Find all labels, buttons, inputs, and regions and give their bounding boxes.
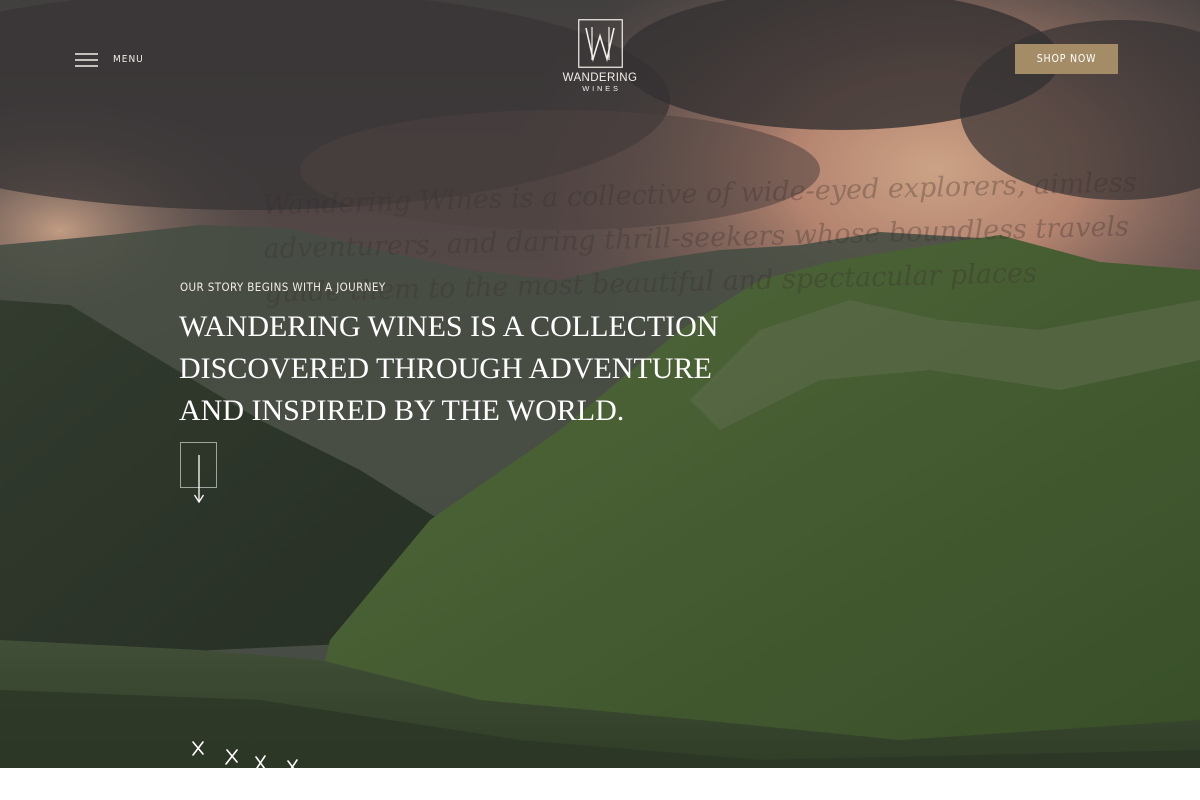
headline-line: AND INSPIRED BY THE WORLD. bbox=[179, 394, 625, 427]
brand-subname: WINES bbox=[582, 84, 621, 93]
headline-line: DISCOVERED THROUGH ADVENTURE bbox=[179, 352, 712, 385]
menu-button[interactable]: MENU bbox=[75, 50, 144, 70]
brand-logo[interactable]: WANDERING WINES bbox=[560, 19, 640, 99]
page-bottom-area bbox=[0, 768, 1200, 800]
menu-label: MENU bbox=[113, 54, 144, 65]
hamburger-icon bbox=[75, 53, 98, 67]
route-marks-icon bbox=[192, 741, 298, 768]
headline-line: WANDERING WINES IS A COLLECTION bbox=[179, 310, 719, 343]
hero-section: Wandering Wines is a collective of wide-… bbox=[0, 0, 1200, 768]
brand-name: WANDERING bbox=[562, 72, 638, 84]
hero-headline: WANDERING WINES IS A COLLECTION DISCOVER… bbox=[179, 306, 759, 432]
logo-mark-icon bbox=[577, 19, 623, 68]
scroll-down-button[interactable] bbox=[180, 442, 217, 504]
shop-now-button[interactable]: SHOP NOW bbox=[1015, 44, 1118, 74]
arrow-down-icon bbox=[193, 455, 205, 504]
hero-eyebrow: OUR STORY BEGINS WITH A JOURNEY bbox=[180, 280, 386, 294]
